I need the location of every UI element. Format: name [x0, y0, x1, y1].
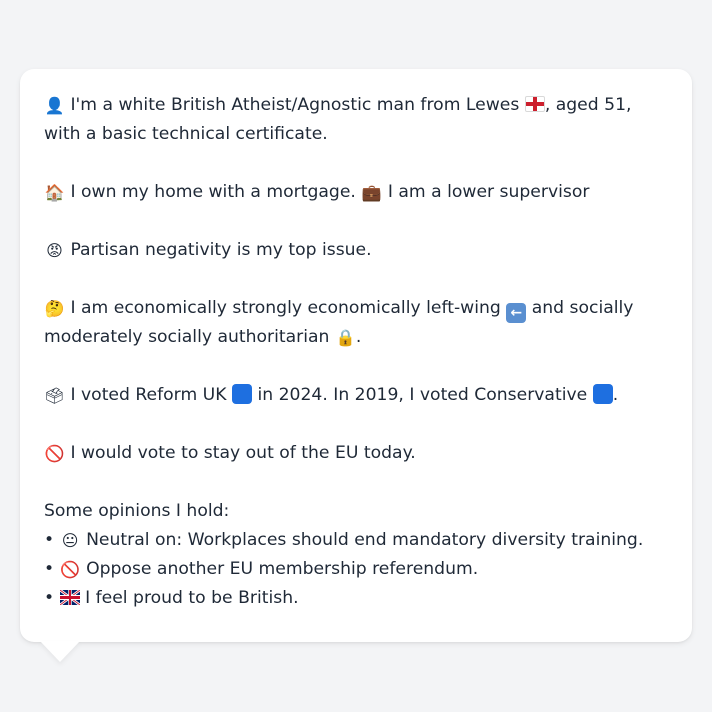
- home-line: 🏠 I own my home with a mortgage. 💼 I am …: [44, 178, 668, 207]
- england-flag-icon: [524, 96, 545, 112]
- opinion-text: I feel proud to be British.: [85, 588, 299, 608]
- prohibited-icon: 🚫: [60, 560, 81, 579]
- opinions-heading: Some opinions I hold:: [44, 501, 230, 521]
- opinion-item: • 😐 Neutral on: Workplaces should end ma…: [44, 526, 668, 555]
- vote-2019-text: in 2024. In 2019, I voted Conservative: [257, 385, 588, 405]
- eu-text: I would vote to stay out of the EU today…: [70, 443, 416, 463]
- bullet: •: [44, 588, 55, 608]
- opinion-text: Oppose another EU membership referendum.: [86, 559, 479, 579]
- lock-icon: 🔒: [335, 328, 356, 347]
- politics-period: .: [355, 327, 362, 347]
- economic-text: I am economically strongly economically …: [70, 298, 501, 318]
- uk-flag-icon: [59, 590, 80, 605]
- left-arrow-icon: ←: [506, 303, 527, 323]
- bubble-tail: [40, 641, 80, 662]
- occupation-text: I am a lower supervisor: [387, 182, 590, 202]
- conservative-color-square-icon: [592, 384, 613, 404]
- vote-2024-text: I voted Reform UK: [70, 385, 227, 405]
- opinion-text: Neutral on: Workplaces should end mandat…: [86, 530, 644, 550]
- top-issue-text: Partisan negativity is my top issue.: [70, 240, 372, 260]
- politics-line: 🤔 I am economically strongly economicall…: [44, 294, 668, 352]
- eu-line: 🚫 I would vote to stay out of the EU tod…: [44, 439, 668, 468]
- top-issue-line: 😡 Partisan negativity is my top issue.: [44, 236, 668, 265]
- bullet: •: [44, 559, 55, 579]
- votes-period: .: [612, 385, 619, 405]
- opinion-item: • 🚫 Oppose another EU membership referen…: [44, 555, 668, 584]
- profile-message-bubble: 👤 I'm a white British Atheist/Agnostic m…: [20, 69, 692, 642]
- ballot-box-icon: 🗳: [44, 386, 65, 405]
- briefcase-icon: 💼: [361, 183, 382, 202]
- person-silhouette-icon: 👤: [44, 96, 65, 115]
- identity-text: I'm a white British Atheist/Agnostic man…: [70, 95, 520, 115]
- house-icon: 🏠: [44, 183, 65, 202]
- identity-line: 👤 I'm a white British Atheist/Agnostic m…: [44, 91, 668, 149]
- prohibited-icon: 🚫: [44, 444, 65, 463]
- thinking-face-icon: 🤔: [44, 299, 65, 318]
- angry-face-icon: 😡: [46, 241, 63, 260]
- home-text: I own my home with a mortgage.: [70, 182, 356, 202]
- opinion-item: • I feel proud to be British.: [44, 584, 668, 613]
- votes-line: 🗳 I voted Reform UK in 2024. In 2019, I …: [44, 381, 668, 410]
- neutral-face-icon: 😐: [61, 531, 79, 550]
- bullet: •: [44, 530, 55, 550]
- reform-color-square-icon: [231, 384, 252, 404]
